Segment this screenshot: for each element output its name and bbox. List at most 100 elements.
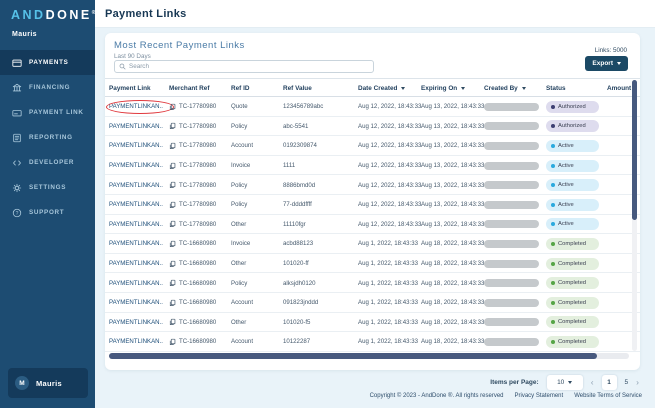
- links-count: Links: 5000: [594, 47, 627, 54]
- cell-created-by: [484, 195, 539, 215]
- cell-ref-value: alksjdh0120: [283, 279, 316, 287]
- sort-caret-icon[interactable]: [521, 87, 526, 90]
- table-row: PAYMENTLINKAN.. TC-16680980 Policy alksjdh0…: [105, 273, 640, 293]
- copy-icon[interactable]: [169, 338, 176, 346]
- cell-date-created: Aug 1, 2022, 18:43:33: [358, 338, 418, 346]
- cell-expiring-on: Aug 18, 2022, 18:43:33: [421, 299, 485, 307]
- cell-created-by: [484, 234, 539, 254]
- sidebar-item-label: SUPPORT: [29, 209, 65, 216]
- created-by-redacted-pill: [484, 141, 539, 150]
- cell-date-created: Aug 12, 2022, 18:43:33: [358, 122, 422, 130]
- cell-payment-link[interactable]: PAYMENTLINKAN..: [109, 136, 163, 156]
- cell-status: Authorized: [546, 117, 599, 137]
- cell-ref-value: 11110fgr: [283, 220, 306, 228]
- org-name: Mauris: [12, 31, 37, 38]
- privacy-statement-link[interactable]: Privacy Statement: [515, 393, 564, 399]
- cell-payment-link[interactable]: PAYMENTLINKAN..: [109, 313, 163, 333]
- status-dot: [551, 241, 555, 246]
- copy-icon[interactable]: [169, 201, 176, 209]
- sidebar-item-payments[interactable]: PAYMENTS: [0, 50, 95, 75]
- vertical-scrollbar-thumb[interactable]: [632, 80, 637, 220]
- sort-caret-icon[interactable]: [461, 87, 466, 90]
- sidebar-item-label: SETTINGS: [29, 184, 67, 191]
- cell-created-by: [484, 313, 539, 333]
- settings-icon: [12, 183, 22, 193]
- page-header: Payment Links: [95, 0, 655, 28]
- prev-page-button[interactable]: ‹: [591, 377, 594, 387]
- column-header-created-by[interactable]: Created By: [484, 79, 526, 98]
- sidebar-item-financing[interactable]: FINANCING: [0, 75, 95, 100]
- cell-status: Completed: [546, 293, 599, 313]
- sidebar-item-developer[interactable]: DEVELOPER: [0, 150, 95, 175]
- search-input[interactable]: [129, 63, 369, 70]
- items-per-page-select[interactable]: 10: [546, 374, 583, 390]
- payment-links-card: Most Recent Payment Links Last 90 Days L…: [105, 33, 640, 370]
- column-header-ref-id: Ref ID: [231, 85, 250, 92]
- cell-date-created: Aug 1, 2022, 18:43:33: [358, 240, 418, 248]
- cell-date-created: Aug 12, 2022, 18:43:33: [358, 142, 422, 150]
- copy-icon[interactable]: [169, 181, 176, 189]
- date-range-label: Last 90 Days: [114, 53, 151, 60]
- terms-of-service-link[interactable]: Website Terms of Service: [574, 393, 642, 399]
- cell-payment-link[interactable]: PAYMENTLINKAN..: [106, 97, 174, 117]
- next-page-button[interactable]: ›: [636, 377, 639, 387]
- cell-merchant-ref: TC-17780980: [169, 175, 216, 195]
- status-dot: [551, 163, 555, 168]
- copy-icon[interactable]: [169, 260, 176, 268]
- cell-date-created: Aug 12, 2022, 18:43:33: [358, 181, 422, 189]
- cell-ref-value: 77-ddddffff: [283, 201, 312, 209]
- cell-merchant-ref: TC-17780980: [169, 156, 216, 176]
- copy-icon[interactable]: [169, 279, 176, 287]
- section-heading: Most Recent Payment Links: [114, 40, 245, 51]
- sidebar-item-payment-link[interactable]: PAYMENT LINK: [0, 100, 95, 125]
- current-page[interactable]: 1: [601, 374, 617, 390]
- anddone-logo: ANDDONE®: [11, 8, 96, 22]
- sidebar-item-label: REPORTING: [29, 134, 73, 141]
- cell-payment-link[interactable]: PAYMENTLINKAN..: [109, 234, 163, 254]
- cell-expiring-on: Aug 13, 2022, 18:43:33: [421, 220, 485, 228]
- horizontal-scrollbar-thumb[interactable]: [109, 353, 597, 359]
- cell-payment-link[interactable]: PAYMENTLINKAN..: [109, 273, 163, 293]
- cell-payment-link[interactable]: PAYMENTLINKAN..: [109, 293, 163, 313]
- cell-ref-value: abc-5541: [283, 122, 309, 130]
- copy-icon[interactable]: [169, 103, 176, 111]
- cell-payment-link[interactable]: PAYMENTLINKAN..: [109, 254, 163, 274]
- copy-icon[interactable]: [169, 240, 176, 248]
- export-button[interactable]: Export: [585, 56, 628, 71]
- copy-icon[interactable]: [169, 142, 176, 150]
- column-header-date-created[interactable]: Date Created: [358, 79, 406, 98]
- cell-payment-link[interactable]: PAYMENTLINKAN..: [109, 117, 163, 137]
- created-by-redacted-pill: [484, 181, 539, 190]
- copy-icon[interactable]: [169, 122, 176, 130]
- financing-icon: [12, 83, 22, 93]
- status-dot: [551, 104, 555, 109]
- search-icon: [119, 63, 126, 70]
- sidebar-item-settings[interactable]: SETTINGS: [0, 175, 95, 200]
- table-row: PAYMENTLINKAN.. TC-17780980 Policy abc-5541…: [105, 117, 640, 137]
- user-profile[interactable]: M Mauris: [8, 368, 88, 398]
- cell-payment-link[interactable]: PAYMENTLINKAN..: [109, 156, 163, 176]
- cell-ref-id: Policy: [231, 201, 248, 209]
- sort-caret-icon[interactable]: [401, 87, 406, 90]
- copy-icon[interactable]: [169, 299, 176, 307]
- cell-payment-link[interactable]: PAYMENTLINKAN..: [109, 215, 163, 235]
- cell-status: Completed: [546, 313, 599, 333]
- cell-merchant-ref: TC-16680980: [169, 254, 216, 274]
- copy-icon[interactable]: [169, 162, 176, 170]
- horizontal-scrollbar[interactable]: [109, 353, 629, 359]
- copy-icon[interactable]: [169, 318, 176, 326]
- sidebar-item-support[interactable]: ? SUPPORT: [0, 200, 95, 225]
- column-header-expiring-on[interactable]: Expiring On: [421, 79, 466, 98]
- cell-payment-link[interactable]: PAYMENTLINKAN..: [109, 195, 163, 215]
- sidebar-item-reporting[interactable]: REPORTING: [0, 125, 95, 150]
- cell-expiring-on: Aug 13, 2022, 18:43:33: [421, 122, 485, 130]
- cell-payment-link[interactable]: PAYMENTLINKAN..: [109, 332, 163, 352]
- cell-merchant-ref: TC-17780980: [169, 195, 216, 215]
- last-page[interactable]: 5: [625, 379, 629, 386]
- cell-ref-id: Account: [231, 299, 254, 307]
- cell-expiring-on: Aug 18, 2022, 18:43:33: [421, 260, 485, 268]
- table-row: PAYMENTLINKAN.. TC-16680980 Account 091823j…: [105, 293, 640, 313]
- cell-payment-link[interactable]: PAYMENTLINKAN..: [109, 175, 163, 195]
- vertical-scrollbar[interactable]: [632, 80, 637, 351]
- copy-icon[interactable]: [169, 220, 176, 228]
